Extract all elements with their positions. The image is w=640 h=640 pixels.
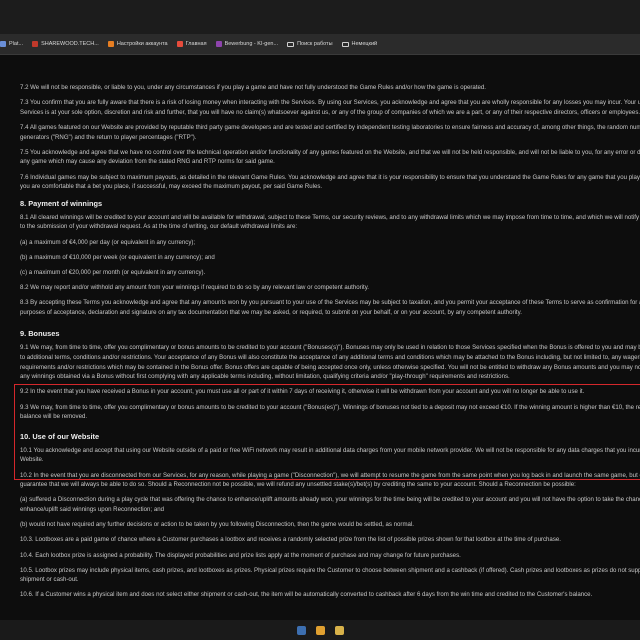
bookmark-label: SHAREWOOD.TECH... <box>41 41 99 47</box>
clause-8-2: 8.2 We may report and/or withhold any am… <box>20 284 369 292</box>
clause-10-3: 10.3. Lootboxes are a paid game of chanc… <box>20 536 561 544</box>
clause-10-2-a: (a) suffered a Disconnection during a pl… <box>20 496 640 513</box>
terms-content: 7.2 We will not be responsible, or liabl… <box>20 83 640 606</box>
limit-daily: (a) a maximum of €4,000 per day (or equi… <box>20 238 196 246</box>
clause-7-6: 7.6 Individual games may be subject to m… <box>20 173 640 191</box>
bookmark-item[interactable]: Bewerbung - KI-gen... <box>215 41 279 47</box>
bookmark-folder[interactable]: Поиск работы <box>287 41 333 47</box>
clause-9-1: 9.1 We may, from time to time, offer you… <box>20 344 640 381</box>
clause-7-5: 7.5 You acknowledge and agree that we ha… <box>20 148 640 166</box>
bookmark-item[interactable]: Главная <box>176 41 207 47</box>
folder-icon <box>341 41 349 47</box>
clause-7-3: 7.3 You confirm that you are fully aware… <box>20 99 640 116</box>
clause-10-5: 10.5. Lootbox prizes may include physica… <box>20 566 640 584</box>
bookmark-label: Главная <box>185 41 207 47</box>
site-icon <box>176 41 183 47</box>
start-icon[interactable] <box>296 625 306 635</box>
clause-8-1: 8.1 All cleared winnings will be credite… <box>20 213 640 231</box>
site-icon <box>107 41 114 47</box>
bookmark-item[interactable]: Plat... <box>0 41 23 47</box>
terms-page: 7.2 We will not be responsible, or liabl… <box>0 55 640 620</box>
folder-icon <box>287 41 295 47</box>
site-icon <box>0 41 6 47</box>
bookmark-label: Немецкий <box>351 41 378 47</box>
clause-10-6: 10.6. If a Customer wins a physical item… <box>20 591 593 599</box>
bookmark-label: Plat... <box>9 41 24 47</box>
limit-monthly: (c) a maximum of €20,000 per month (or e… <box>20 268 206 276</box>
bonus-highlight-box <box>14 384 640 480</box>
bookmark-item[interactable]: SHAREWOOD.TECH... <box>32 41 99 47</box>
bookmark-label: Поиск работы <box>297 41 333 47</box>
bookmark-label: Bewerbung - KI-gen... <box>224 41 279 47</box>
bookmarks-bar: Plat... SHAREWOOD.TECH... Настройки акка… <box>0 34 640 55</box>
section-heading-bonuses: 9. Bonuses <box>20 329 60 339</box>
taskbar <box>0 620 640 640</box>
folder-icon[interactable] <box>334 625 344 635</box>
clause-10-2-b: (b) would not have required any further … <box>20 521 414 529</box>
clause-8-3: 8.3 By accepting these Terms you acknowl… <box>20 299 640 316</box>
browser-title-bar <box>0 0 640 34</box>
clause-10-4: 10.4. Each lootbox prize is assigned a p… <box>20 551 461 559</box>
bookmark-label: Настройки аккаунта <box>116 41 168 47</box>
bookmark-folder[interactable]: Немецкий <box>341 41 378 47</box>
browser-icon[interactable] <box>315 625 325 635</box>
site-icon <box>32 41 39 47</box>
section-heading-payment: 8. Payment of winnings <box>20 198 103 208</box>
clause-7-4: 7.4 All games featured on our Website ar… <box>20 123 640 141</box>
bookmark-item[interactable]: Настройки аккаунта <box>107 41 168 47</box>
clause-7-2: 7.2 We will not be responsible, or liabl… <box>20 84 486 91</box>
site-icon <box>215 41 222 47</box>
limit-weekly: (b) a maximum of €10,000 per week (or eq… <box>20 253 215 261</box>
